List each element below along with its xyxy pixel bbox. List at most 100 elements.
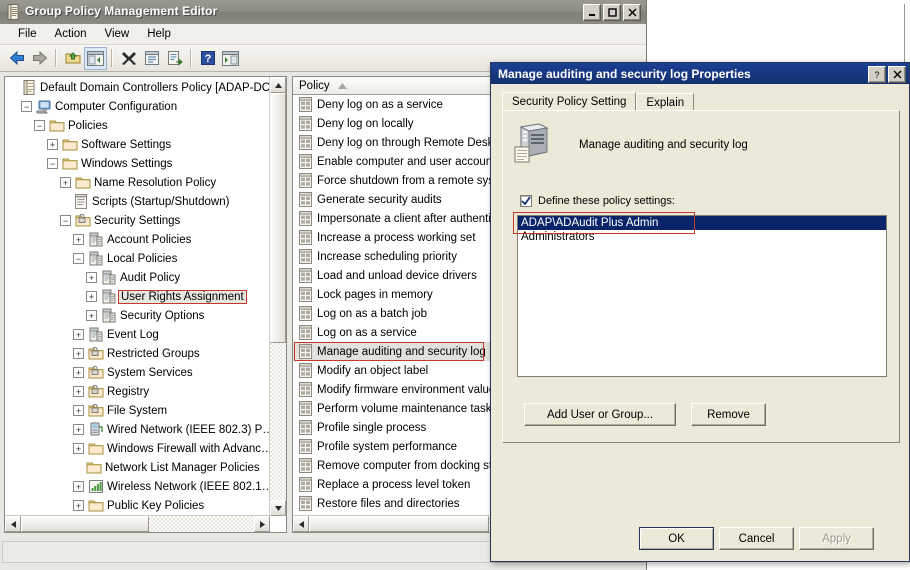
- tree-horizontal-scrollbar[interactable]: [5, 515, 270, 532]
- help-icon[interactable]: ?: [196, 47, 219, 70]
- tree-item-name-resolution-policy[interactable]: +Name Resolution Policy: [5, 173, 271, 192]
- expand-plus-icon[interactable]: +: [86, 272, 97, 283]
- minimize-button[interactable]: [583, 4, 601, 21]
- tree-item-label: Windows Settings: [81, 158, 172, 170]
- expand-plus-icon[interactable]: +: [73, 386, 84, 397]
- tree-hscroll-thumb[interactable]: [21, 516, 149, 532]
- tree-item-system-services[interactable]: +System Services: [5, 363, 271, 382]
- expand-plus-icon[interactable]: +: [73, 424, 84, 435]
- tree-scroll-left-button[interactable]: [5, 516, 21, 532]
- expand-plus-icon[interactable]: +: [73, 367, 84, 378]
- define-policy-settings-label: Define these policy settings:: [538, 195, 675, 207]
- show-action-pane-icon[interactable]: [219, 47, 242, 70]
- back-icon[interactable]: [5, 47, 28, 70]
- security-principal-item[interactable]: ADAP\ADAudit Plus Admin: [518, 216, 886, 230]
- tree-vertical-scrollbar[interactable]: [269, 77, 286, 516]
- tree-item-wired-network-ieee-802-3-p[interactable]: +Wired Network (IEEE 802.3) P…: [5, 420, 271, 439]
- tree-item-label: Restricted Groups: [107, 348, 200, 360]
- expand-plus-icon[interactable]: +: [73, 329, 84, 340]
- folder-icon: [75, 175, 91, 190]
- up-folder-icon[interactable]: [61, 47, 84, 70]
- dialog-help-button[interactable]: ?: [868, 66, 886, 83]
- expand-plus-icon[interactable]: +: [73, 348, 84, 359]
- tree-item-wireless-network-ieee-802-1[interactable]: +Wireless Network (IEEE 802.1…: [5, 477, 271, 496]
- tree-item-label: Audit Policy: [120, 272, 180, 284]
- tree-item-user-rights-assignment[interactable]: +User Rights Assignment: [5, 287, 271, 306]
- tree-item-local-policies[interactable]: −Local Policies: [5, 249, 271, 268]
- expand-plus-icon[interactable]: +: [47, 139, 58, 150]
- export-list-icon[interactable]: [163, 47, 186, 70]
- dialog-close-button[interactable]: [888, 66, 906, 83]
- tree-item-security-options[interactable]: + Security Options: [5, 306, 271, 325]
- expand-plus-icon[interactable]: +: [73, 500, 84, 511]
- remove-button[interactable]: Remove: [691, 403, 766, 426]
- window-title: Group Policy Management Editor: [25, 4, 217, 18]
- expand-plus-icon[interactable]: +: [73, 405, 84, 416]
- tree-scroll-right-button[interactable]: [254, 516, 270, 532]
- close-button[interactable]: [623, 4, 641, 21]
- tree-item-label: Security Settings: [94, 215, 180, 227]
- policy-properties-dialog: Manage auditing and security log Propert…: [490, 62, 910, 562]
- policy-icon: [88, 232, 104, 247]
- properties-icon[interactable]: [140, 47, 163, 70]
- expand-plus-icon[interactable]: +: [73, 481, 84, 492]
- menu-item-help[interactable]: Help: [138, 26, 180, 42]
- security-principal-item[interactable]: Administrators: [518, 230, 886, 244]
- expand-plus-icon[interactable]: +: [86, 310, 97, 321]
- collapse-minus-icon[interactable]: −: [60, 215, 71, 226]
- define-policy-settings-checkbox[interactable]: [520, 195, 532, 207]
- list-scroll-left-button[interactable]: [293, 516, 309, 532]
- menu-item-action[interactable]: Action: [46, 26, 96, 42]
- tab-security-policy-setting[interactable]: Security Policy Setting: [502, 92, 636, 111]
- tree-scroll-up-button[interactable]: [270, 77, 286, 93]
- policy-icon: [101, 289, 117, 304]
- collapse-minus-icon[interactable]: −: [34, 120, 45, 131]
- menu-item-view[interactable]: View: [96, 26, 139, 42]
- tree-item-windows-settings[interactable]: − Windows Settings: [5, 154, 271, 173]
- security-principals-listbox[interactable]: ADAP\ADAudit Plus AdminAdministrators: [517, 215, 887, 377]
- policy-list-row-label: Log on as a service: [317, 327, 417, 339]
- list-hscroll-thumb[interactable]: [309, 516, 489, 532]
- expand-plus-icon[interactable]: +: [73, 443, 84, 454]
- policy-icon: [101, 270, 117, 285]
- cancel-button[interactable]: Cancel: [719, 527, 794, 550]
- expand-plus-icon[interactable]: +: [86, 291, 97, 302]
- tree-item-label: Computer Configuration: [55, 101, 177, 113]
- tree-item-public-key-policies[interactable]: +Public Key Policies: [5, 496, 271, 515]
- add-user-or-group-button[interactable]: Add User or Group...: [524, 403, 676, 426]
- lock-folder-icon: [88, 384, 104, 399]
- expand-plus-icon[interactable]: +: [73, 234, 84, 245]
- tree-item-account-policies[interactable]: +Account Policies: [5, 230, 271, 249]
- collapse-minus-icon[interactable]: −: [21, 101, 32, 112]
- tree-item-windows-firewall-with-advanc[interactable]: +Windows Firewall with Advanc…: [5, 439, 271, 458]
- tree-item-policies[interactable]: −Policies: [5, 116, 271, 135]
- tree-scroll-thumb[interactable]: [270, 93, 286, 343]
- tree-item-security-settings[interactable]: − Security Settings: [5, 211, 271, 230]
- background-window-content: [652, 4, 905, 67]
- menu-item-file[interactable]: File: [9, 26, 46, 42]
- delete-icon[interactable]: [117, 47, 140, 70]
- tree-item-event-log[interactable]: +Event Log: [5, 325, 271, 344]
- tree-item-audit-policy[interactable]: + Audit Policy: [5, 268, 271, 287]
- ok-button[interactable]: OK: [639, 527, 714, 550]
- expand-plus-icon[interactable]: +: [60, 177, 71, 188]
- show-hide-tree-icon[interactable]: [84, 47, 107, 70]
- maximize-button[interactable]: [603, 4, 621, 21]
- list-policy-icon: [298, 192, 313, 207]
- list-policy-icon: [298, 249, 313, 264]
- tree-item-restricted-groups[interactable]: + Restricted Groups: [5, 344, 271, 363]
- tree-item-network-list-manager-policies[interactable]: Network List Manager Policies: [5, 458, 271, 477]
- collapse-minus-icon[interactable]: −: [73, 253, 84, 264]
- forward-icon[interactable]: [28, 47, 51, 70]
- tab-explain[interactable]: Explain: [636, 93, 694, 111]
- tree-item-scripts-startup-shutdown[interactable]: Scripts (Startup/Shutdown): [5, 192, 271, 211]
- collapse-minus-icon[interactable]: −: [47, 158, 58, 169]
- tree-item-file-system[interactable]: +File System: [5, 401, 271, 420]
- tree-item-default-domain-controllers-policy-adap-dc1-ada[interactable]: Default Domain Controllers Policy [ADAP-…: [5, 78, 271, 97]
- tree-item-label: Security Options: [120, 310, 204, 322]
- tree-item-computer-configuration[interactable]: − Computer Configuration: [5, 97, 271, 116]
- tree-item-registry[interactable]: +Registry: [5, 382, 271, 401]
- tree-scroll-down-button[interactable]: [270, 500, 286, 516]
- tree-item-software-settings[interactable]: +Software Settings: [5, 135, 271, 154]
- define-policy-settings-row[interactable]: Define these policy settings:: [520, 195, 675, 207]
